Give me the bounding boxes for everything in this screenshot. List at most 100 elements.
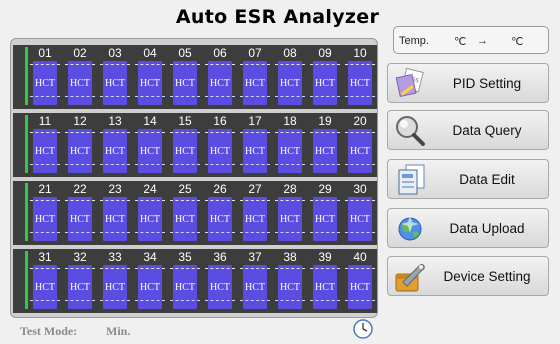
tube-body: HCT xyxy=(135,129,165,173)
sample-tube-slot[interactable]: 14 HCT xyxy=(134,113,166,177)
sample-tube-slot[interactable]: 01 HCT xyxy=(29,45,61,109)
pid-setting-button[interactable]: CSS PID Setting xyxy=(387,63,549,103)
rack-row: 21 HCT 22 HCT 23 HCT 24 HCT 25 HCT 26 HCT 27 HCT 28 HCT… xyxy=(13,181,377,245)
sample-tube-slot[interactable]: 32 HCT xyxy=(64,249,96,313)
sample-tube-slot[interactable]: 15 HCT xyxy=(169,113,201,177)
tube-channel-number: 17 xyxy=(248,114,262,128)
device-setting-label: Device Setting xyxy=(443,269,531,284)
sample-tube-slot[interactable]: 08 HCT xyxy=(274,45,306,109)
tube-test-label: HCT xyxy=(350,282,370,293)
sample-tube-slot[interactable]: 39 HCT xyxy=(309,249,341,313)
tube-channel-number: 19 xyxy=(318,114,332,128)
sample-tube-slot[interactable]: 24 HCT xyxy=(134,181,166,245)
sample-tube-slot[interactable]: 12 HCT xyxy=(64,113,96,177)
tube-channel-number: 25 xyxy=(178,182,192,196)
sample-tube-slot[interactable]: 35 HCT xyxy=(169,249,201,313)
tube-channel-number: 39 xyxy=(318,250,332,264)
sample-tube-slot[interactable]: 30 HCT xyxy=(344,181,376,245)
tube-test-label: HCT xyxy=(280,214,300,225)
tube-test-label: HCT xyxy=(105,78,125,89)
data-upload-button[interactable]: Data Upload xyxy=(387,208,549,248)
sample-tube-slot[interactable]: 37 HCT xyxy=(239,249,271,313)
tube-body: HCT xyxy=(275,129,305,173)
sample-tube-slot[interactable]: 16 HCT xyxy=(204,113,236,177)
tube-body: HCT xyxy=(240,265,270,309)
tube-test-label: HCT xyxy=(210,78,230,89)
tube-body: HCT xyxy=(135,197,165,241)
sample-tube-slot[interactable]: 27 HCT xyxy=(239,181,271,245)
sample-tube-slot[interactable]: 13 HCT xyxy=(99,113,131,177)
tube-test-label: HCT xyxy=(280,78,300,89)
tube-channel-number: 15 xyxy=(178,114,192,128)
sample-tube-slot[interactable]: 31 HCT xyxy=(29,249,61,313)
tube-test-label: HCT xyxy=(210,282,230,293)
data-edit-button[interactable]: Data Edit xyxy=(387,159,549,199)
sample-tube-slot[interactable]: 03 HCT xyxy=(99,45,131,109)
tube-channel-number: 22 xyxy=(73,182,87,196)
tube-channel-number: 09 xyxy=(318,46,332,60)
tube-channel-number: 23 xyxy=(108,182,122,196)
tube-test-label: HCT xyxy=(35,282,55,293)
tube-body: HCT xyxy=(275,61,305,105)
sample-tube-slot[interactable]: 05 HCT xyxy=(169,45,201,109)
tube-test-label: HCT xyxy=(245,282,265,293)
clock-icon[interactable] xyxy=(352,318,374,340)
sample-tube-slot[interactable]: 17 HCT xyxy=(239,113,271,177)
row-indicator-line xyxy=(25,251,28,309)
tube-channel-number: 38 xyxy=(283,250,297,264)
tube-channel-number: 12 xyxy=(73,114,87,128)
tube-test-label: HCT xyxy=(175,282,195,293)
tube-body: HCT xyxy=(275,197,305,241)
sample-rack-panel: 01 HCT 02 HCT 03 HCT 04 HCT 05 HCT 06 HCT 07 HCT 08 HCT… xyxy=(10,38,378,318)
sample-tube-slot[interactable]: 26 HCT xyxy=(204,181,236,245)
sample-tube-slot[interactable]: 33 HCT xyxy=(99,249,131,313)
sample-tube-slot[interactable]: 40 HCT xyxy=(344,249,376,313)
tube-channel-number: 29 xyxy=(318,182,332,196)
sample-tube-slot[interactable]: 20 HCT xyxy=(344,113,376,177)
device-setting-button[interactable]: Device Setting xyxy=(387,256,549,296)
tube-body: HCT xyxy=(100,129,130,173)
tube-test-label: HCT xyxy=(350,214,370,225)
tube-channel-number: 18 xyxy=(283,114,297,128)
tube-channel-number: 27 xyxy=(248,182,262,196)
sample-tube-slot[interactable]: 02 HCT xyxy=(64,45,96,109)
tube-channel-number: 31 xyxy=(38,250,52,264)
sample-tube-slot[interactable]: 22 HCT xyxy=(64,181,96,245)
data-query-button[interactable]: Data Query xyxy=(387,110,549,150)
tube-channel-number: 08 xyxy=(283,46,297,60)
tube-test-label: HCT xyxy=(175,214,195,225)
tube-body: HCT xyxy=(170,61,200,105)
sample-tube-slot[interactable]: 36 HCT xyxy=(204,249,236,313)
tube-test-label: HCT xyxy=(315,146,335,157)
sample-tube-slot[interactable]: 38 HCT xyxy=(274,249,306,313)
tube-body: HCT xyxy=(345,265,375,309)
tube-channel-number: 30 xyxy=(353,182,367,196)
sample-tube-slot[interactable]: 29 HCT xyxy=(309,181,341,245)
tube-body: HCT xyxy=(205,265,235,309)
sample-tube-slot[interactable]: 18 HCT xyxy=(274,113,306,177)
tube-body: HCT xyxy=(65,129,95,173)
app-title: Auto ESR Analyzer xyxy=(175,6,380,28)
tube-channel-number: 01 xyxy=(38,46,52,60)
sample-tube-slot[interactable]: 25 HCT xyxy=(169,181,201,245)
sample-tube-slot[interactable]: 34 HCT xyxy=(134,249,166,313)
sample-tube-slot[interactable]: 23 HCT xyxy=(99,181,131,245)
sample-tube-slot[interactable]: 21 HCT xyxy=(29,181,61,245)
sample-tube-slot[interactable]: 11 HCT xyxy=(29,113,61,177)
rack-row: 11 HCT 12 HCT 13 HCT 14 HCT 15 HCT 16 HCT 17 HCT 18 HCT… xyxy=(13,113,377,177)
magnifier-icon xyxy=(396,116,425,146)
tube-test-label: HCT xyxy=(210,214,230,225)
sample-tube-slot[interactable]: 06 HCT xyxy=(204,45,236,109)
sample-tube-slot[interactable]: 19 HCT xyxy=(309,113,341,177)
sample-tube-slot[interactable]: 09 HCT xyxy=(309,45,341,109)
tube-test-label: HCT xyxy=(315,282,335,293)
sample-tube-slot[interactable]: 04 HCT xyxy=(134,45,166,109)
tube-body: HCT xyxy=(240,61,270,105)
tube-test-label: HCT xyxy=(70,78,90,89)
tube-body: HCT xyxy=(275,265,305,309)
sample-tube-slot[interactable]: 10 HCT xyxy=(344,45,376,109)
sample-tube-slot[interactable]: 07 HCT xyxy=(239,45,271,109)
tube-body: HCT xyxy=(310,265,340,309)
sample-tube-slot[interactable]: 28 HCT xyxy=(274,181,306,245)
pid-setting-label: PID Setting xyxy=(452,76,522,91)
